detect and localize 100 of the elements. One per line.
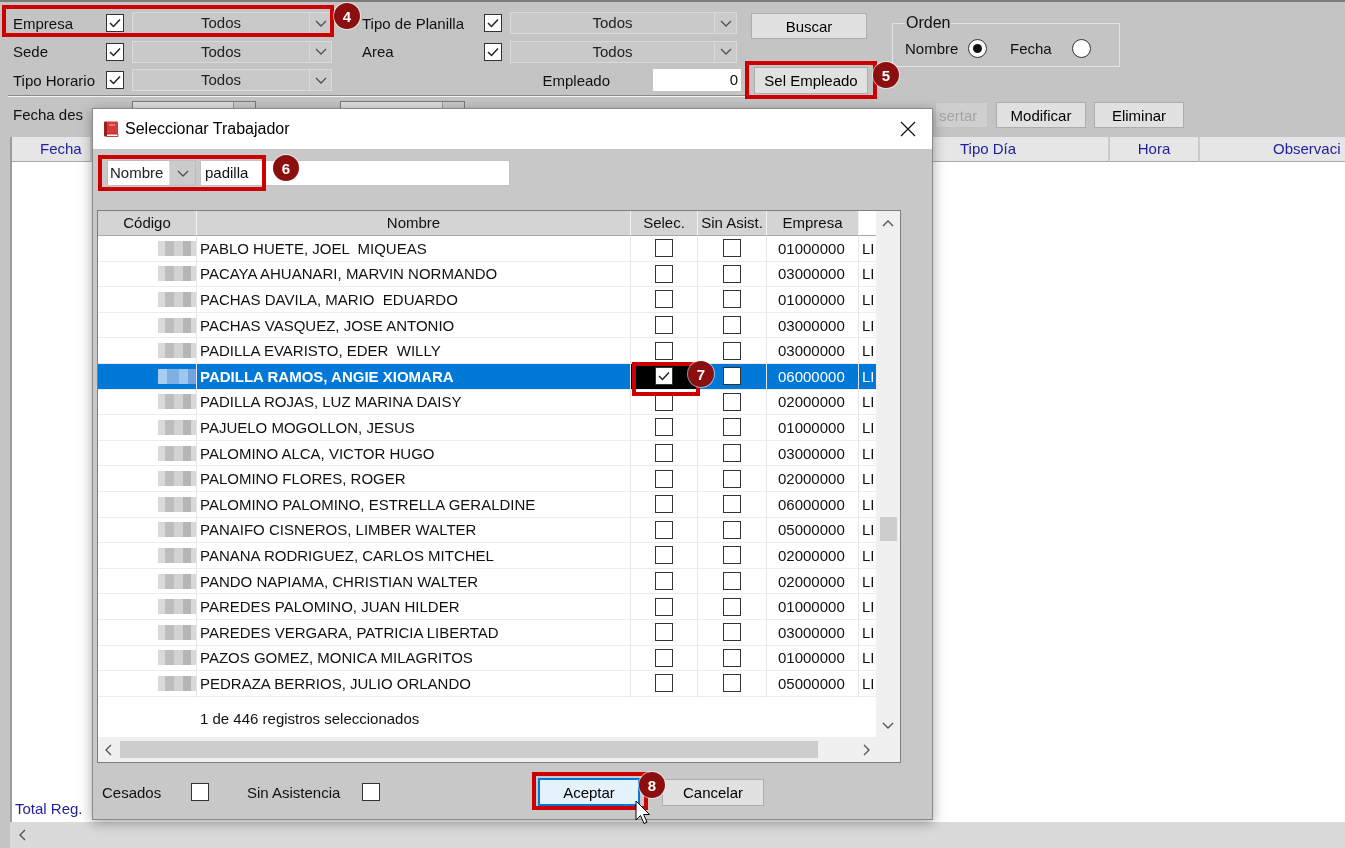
dropdown[interactable]: Todos: [510, 40, 737, 63]
dropdown[interactable]: Nombre: [107, 160, 196, 186]
accept-button[interactable]: Aceptar: [538, 778, 640, 806]
checkbox[interactable]: [723, 444, 741, 463]
table-row[interactable]: PALOMINO PALOMINO, ESTRELLA GERALDINE 06000000 LI: [98, 491, 876, 518]
table-row[interactable]: PAZOS GOMEZ, MONICA MILAGRITOS 01000000 LI: [98, 645, 876, 672]
checkbox[interactable]: [655, 341, 673, 360]
chevron-left-icon[interactable]: [104, 743, 112, 756]
dropdown[interactable]: Todos: [132, 69, 332, 91]
table-row[interactable]: PAJUELO MOGOLLON, JESUS 01000000 LI: [98, 415, 876, 441]
column-header[interactable]: Fecha: [12, 137, 92, 162]
table-row[interactable]: PANAIFO CISNEROS, LIMBER WALTER 05000000 LI: [98, 517, 876, 544]
chevron-up-icon[interactable]: [882, 219, 894, 227]
horizontal-scrollbar[interactable]: [10, 822, 1345, 848]
checkbox[interactable]: [723, 418, 741, 437]
checkbox[interactable]: [723, 648, 741, 667]
close-icon: [900, 121, 916, 137]
checkbox[interactable]: [655, 674, 673, 693]
checkbox[interactable]: [484, 42, 502, 61]
select-employee-button[interactable]: Sel Empleado: [754, 67, 868, 94]
field-label: Fecha des: [13, 106, 85, 123]
radio-button[interactable]: [968, 39, 987, 58]
checkbox[interactable]: [191, 783, 209, 801]
scrollbar-thumb[interactable]: [120, 741, 818, 758]
column-header[interactable]: Sin Asist.: [698, 211, 767, 236]
action-button[interactable]: Eliminar: [1094, 102, 1184, 128]
checkbox[interactable]: [723, 674, 741, 693]
checkbox[interactable]: [106, 14, 124, 32]
column-header[interactable]: Hora: [1110, 137, 1200, 162]
checkbox[interactable]: [723, 290, 741, 309]
checkbox[interactable]: [655, 546, 673, 565]
checkbox[interactable]: [655, 444, 673, 463]
table-row[interactable]: PACAYA AHUANARI, MARVIN NORMANDO 03000000 LI: [98, 261, 876, 288]
employee-field[interactable]: 0: [653, 69, 741, 91]
table-row[interactable]: PALOMINO ALCA, VICTOR HUGO 03000000 LI: [98, 440, 876, 467]
checkbox[interactable]: [723, 495, 741, 514]
company-code: 01000000: [767, 594, 859, 620]
chevron-down-icon[interactable]: [882, 721, 894, 729]
cancel-button[interactable]: Cancelar: [662, 778, 764, 806]
checkbox[interactable]: [655, 316, 673, 335]
table-row[interactable]: PACHAS DAVILA, MARIO EDUARDO 01000000 LI: [98, 287, 876, 313]
checkbox[interactable]: [655, 597, 673, 616]
checkbox[interactable]: [723, 392, 741, 411]
dropdown[interactable]: Todos: [510, 12, 737, 34]
employee-name: PALOMINO FLORES, ROGER: [197, 466, 631, 492]
checkbox[interactable]: [106, 42, 124, 61]
checkbox[interactable]: [655, 418, 673, 437]
checkbox[interactable]: [655, 239, 673, 258]
scrollbar-thumb[interactable]: [879, 517, 897, 541]
table-row[interactable]: PADILLA ROJAS, LUZ MARINA DAISY 02000000 LI: [98, 389, 876, 416]
table-row[interactable]: PEDRAZA BERRIOS, JULIO ORLANDO 05000000 LI: [98, 671, 876, 697]
checkbox[interactable]: [655, 469, 673, 488]
table-row[interactable]: PAREDES PALOMINO, JUAN HILDER 01000000 LI: [98, 594, 876, 620]
chevron-left-icon[interactable]: [19, 829, 26, 841]
checkbox[interactable]: [723, 341, 741, 360]
chevron-right-icon[interactable]: [862, 743, 870, 756]
company-code: 01000000: [767, 645, 859, 672]
checkbox[interactable]: [723, 623, 741, 642]
checkbox[interactable]: [723, 546, 741, 565]
checkbox[interactable]: [723, 367, 741, 386]
column-header[interactable]: Nombre: [197, 211, 631, 236]
close-button[interactable]: [900, 121, 916, 137]
checkbox[interactable]: [655, 648, 673, 667]
horizontal-scrollbar[interactable]: [98, 737, 900, 762]
radio-button[interactable]: [1072, 39, 1091, 58]
table-row[interactable]: PABLO HUETE, JOEL MIQUEAS 01000000 LI: [98, 236, 876, 262]
table-row[interactable]: PANANA RODRIGUEZ, CARLOS MITCHEL 02000000 LI: [98, 543, 876, 569]
checkbox[interactable]: [723, 469, 741, 488]
checkbox[interactable]: [655, 290, 673, 309]
table-row[interactable]: PAREDES VERGARA, PATRICIA LIBERTAD 03000000 LI: [98, 619, 876, 646]
dropdown[interactable]: Todos: [132, 12, 332, 34]
checkbox[interactable]: [655, 572, 673, 590]
dropdown[interactable]: Todos: [132, 40, 332, 63]
checkbox[interactable]: [723, 264, 741, 283]
checkbox[interactable]: [723, 316, 741, 335]
checkbox[interactable]: [655, 623, 673, 642]
checkbox[interactable]: [723, 597, 741, 616]
column-header[interactable]: Tipo Día: [933, 137, 1110, 162]
checkbox[interactable]: [723, 572, 741, 590]
field-label: Empleado: [542, 71, 610, 89]
column-header[interactable]: Observaci: [1200, 137, 1345, 162]
vertical-scrollbar[interactable]: [876, 211, 900, 737]
column-header[interactable]: Selec.: [631, 211, 698, 236]
column-header[interactable]: Empresa: [767, 211, 859, 236]
action-button[interactable]: Modificar: [996, 102, 1086, 128]
checkbox[interactable]: [655, 264, 673, 283]
checkbox[interactable]: [655, 495, 673, 514]
checkbox[interactable]: [723, 239, 741, 258]
checkbox[interactable]: [106, 71, 124, 89]
checkbox[interactable]: [362, 783, 380, 801]
table-row[interactable]: PANDO NAPIAMA, CHRISTIAN WALTER 02000000 LI: [98, 568, 876, 595]
checkbox[interactable]: [655, 520, 673, 539]
table-row[interactable]: PACHAS VASQUEZ, JOSE ANTONIO 03000000 LI: [98, 312, 876, 339]
column-header[interactable]: Código: [98, 211, 197, 236]
checkbox[interactable]: [484, 14, 502, 32]
search-button[interactable]: Buscar: [751, 13, 867, 39]
checkbox[interactable]: [723, 520, 741, 539]
table-row[interactable]: PADILLA EVARISTO, EDER WILLY 03000000 LI: [98, 338, 876, 364]
checkbox[interactable]: [655, 367, 673, 386]
table-row[interactable]: PALOMINO FLORES, ROGER 02000000 LI: [98, 466, 876, 492]
